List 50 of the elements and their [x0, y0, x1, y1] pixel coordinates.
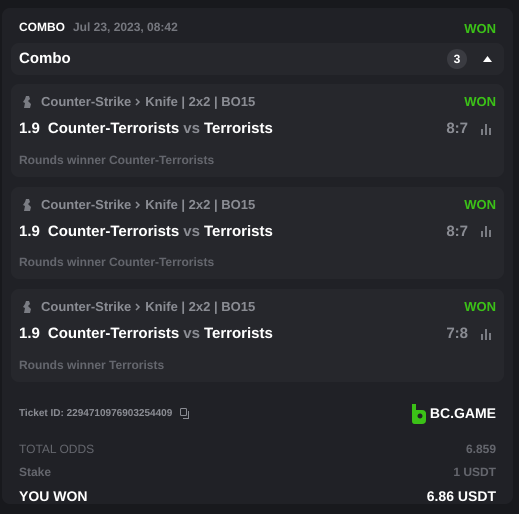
total-label: TOTAL ODDS — [19, 441, 94, 458]
odds: 1.9 — [19, 119, 40, 139]
sport-name: Counter-Strike — [41, 93, 132, 112]
score: 7:8 — [446, 324, 468, 344]
caret-up-icon[interactable] — [483, 56, 492, 62]
chevron-icon — [135, 200, 142, 208]
total-value: 6.859 — [466, 441, 496, 458]
total-label: Stake — [19, 464, 52, 481]
sport-name: Counter-Strike — [41, 298, 132, 316]
home-team: Counter-Terrorists — [48, 222, 180, 242]
home-team: Counter-Terrorists — [48, 119, 180, 139]
market-text: Rounds winner Counter-Terrorists — [19, 152, 216, 168]
event-name: Knife | 2x2 | BO15 — [145, 93, 256, 112]
chevron-icon — [135, 303, 142, 311]
bet-type: COMBO — [19, 19, 65, 36]
count-badge: 3 — [447, 49, 467, 69]
away-team: Terrorists — [204, 222, 273, 242]
chevron-icon — [135, 98, 142, 106]
combo-header[interactable]: Combo 3 — [11, 43, 504, 75]
logo-icon — [410, 404, 426, 424]
total-value: 1 USDT — [453, 464, 496, 481]
bet-status: WON — [464, 196, 496, 214]
ticket-id: Ticket ID: 2294710976903254409 — [19, 407, 172, 421]
versus-label: vs — [183, 222, 200, 242]
bet-status: WON — [464, 298, 496, 316]
versus-label: vs — [183, 324, 200, 344]
combo-title: Combo — [19, 48, 71, 69]
total-label: YOU WON — [19, 487, 88, 506]
stats-icon[interactable] — [480, 328, 492, 340]
odds: 1.9 — [19, 222, 40, 242]
home-team: Counter-Terrorists — [48, 324, 180, 344]
stats-icon[interactable] — [480, 226, 492, 238]
brand-name: BC.GAME — [430, 404, 496, 423]
bet-status: WON — [464, 93, 496, 112]
stats-icon[interactable] — [480, 124, 492, 135]
total-value: 6.86 USDT — [426, 487, 496, 506]
score: 8:7 — [446, 222, 468, 242]
odds: 1.9 — [19, 324, 40, 344]
event-name: Knife | 2x2 | BO15 — [145, 196, 256, 214]
copy-icon[interactable] — [180, 408, 192, 419]
versus-label: vs — [183, 119, 200, 139]
away-team: Terrorists — [204, 119, 273, 139]
ticket-status: WON — [464, 20, 496, 38]
event-name: Knife | 2x2 | BO15 — [145, 298, 256, 316]
sport-name: Counter-Strike — [41, 196, 132, 214]
away-team: Terrorists — [204, 324, 273, 344]
market-text: Rounds winner Terrorists — [19, 356, 166, 374]
market-text: Rounds winner Counter-Terrorists — [19, 254, 216, 271]
bet-date: Jul 23, 2023, 08:42 — [73, 19, 178, 36]
score: 8:7 — [446, 119, 468, 139]
